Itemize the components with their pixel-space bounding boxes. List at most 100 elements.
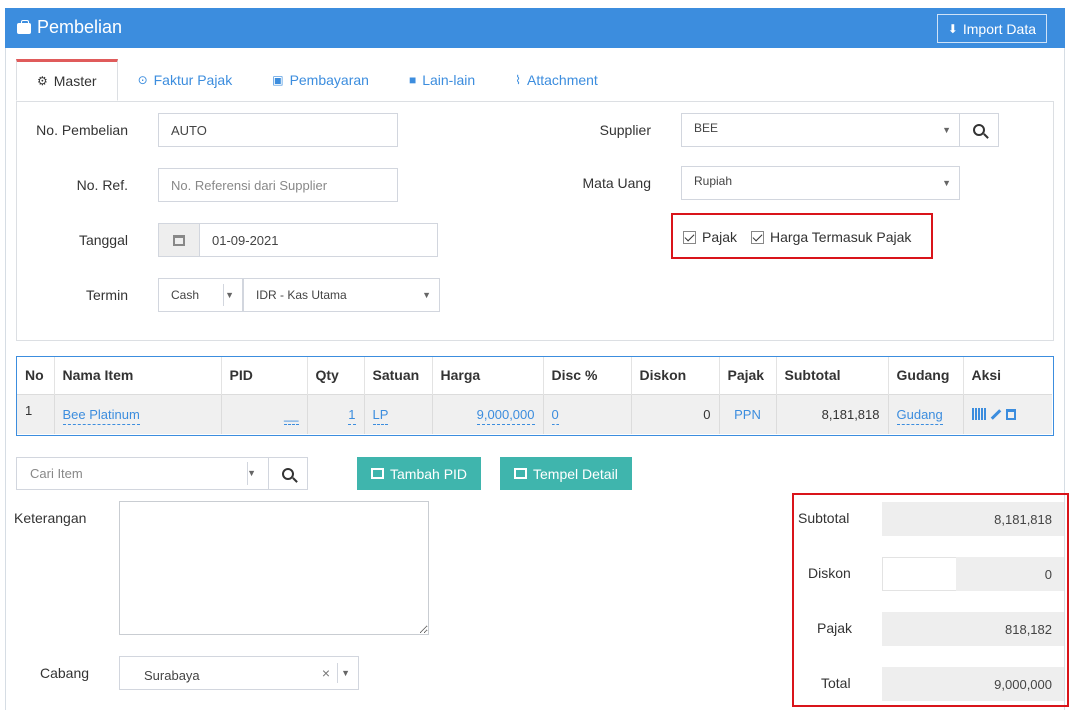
tab-attachment[interactable]: ⌇ Attachment: [495, 59, 618, 101]
column-header-subtotal: Subtotal: [776, 357, 889, 394]
pencil-icon[interactable]: [990, 408, 1001, 420]
chevron-down-icon: ▼: [341, 668, 350, 678]
item-table: No Nama Item PID Qty Satuan Harga Disc %…: [17, 357, 1052, 434]
pid-link[interactable]: __: [284, 406, 299, 425]
barcode-icon[interactable]: [971, 408, 986, 421]
chevron-down-icon: ▼: [942, 178, 951, 188]
supplier-label: Supplier: [599, 122, 651, 138]
truck-icon: ■: [408, 73, 417, 87]
table-header-row: No Nama Item PID Qty Satuan Harga Disc %…: [17, 357, 1052, 394]
column-header-pajak: Pajak: [719, 357, 777, 394]
qty-link[interactable]: 1: [348, 406, 356, 425]
tab-pembayaran[interactable]: ▣ Pembayaran: [252, 59, 389, 101]
tab-faktur-pajak[interactable]: ⊙ Faktur Pajak: [118, 59, 253, 101]
tanggal-label: Tanggal: [78, 232, 128, 248]
diskon-value: 0: [956, 557, 1064, 591]
tab-label: Attachment: [527, 72, 598, 88]
mata-uang-select[interactable]: Rupiah ▼: [681, 166, 960, 200]
tambah-pid-button[interactable]: Tambah PID: [357, 457, 482, 490]
checkbox-checked-icon: [683, 230, 696, 244]
tab-master[interactable]: ⚙ Master: [16, 59, 118, 101]
no-ref-label: No. Ref.: [76, 177, 128, 193]
no-ref-field[interactable]: No. Referensi dari Supplier: [158, 168, 398, 202]
supplier-select[interactable]: BEE ▼: [681, 113, 960, 147]
pajak-value: 818,182: [882, 612, 1064, 646]
pajak-checkbox[interactable]: Pajak: [683, 229, 737, 245]
tab-label: Master: [53, 73, 97, 89]
search-icon: [282, 467, 294, 480]
checkbox-checked-icon: [751, 230, 765, 244]
column-header-pid: PID: [221, 357, 308, 394]
panel-header: Pembelian ⬇ Import Data: [5, 8, 1065, 48]
column-header-aksi: Aksi: [971, 367, 1002, 384]
total-value: 9,000,000: [882, 667, 1064, 701]
no-pembelian-label: No. Pembelian: [36, 122, 128, 138]
tanggal-value: 01-09-2021: [212, 232, 279, 248]
import-data-button[interactable]: ⬇ Import Data: [936, 14, 1047, 43]
harga-termasuk-pajak-checkbox[interactable]: Harga Termasuk Pajak: [751, 229, 911, 245]
cell-aksi: [963, 393, 1052, 434]
money-icon: ▣: [272, 73, 284, 87]
calendar-button[interactable]: [158, 223, 200, 257]
chevron-down-icon: ▼: [247, 468, 256, 478]
cell-harga: 9,000,000: [432, 393, 544, 434]
tab-label: Lain-lain: [422, 72, 476, 88]
page-title-text: Pembelian: [37, 17, 123, 37]
clear-icon[interactable]: ×: [322, 665, 330, 681]
tempel-detail-label: Tempel Detail: [533, 465, 618, 482]
cari-item-select[interactable]: Cari Item ▼: [16, 457, 269, 490]
cabang-select[interactable]: Surabaya × ▼: [119, 656, 359, 690]
no-ref-placeholder: No. Referensi dari Supplier: [171, 177, 328, 193]
divider: [223, 284, 224, 306]
cell-qty: 1: [307, 393, 365, 434]
keterangan-label: Keterangan: [14, 510, 87, 526]
subtotal-label: Subtotal: [798, 510, 850, 526]
mata-uang-value: Rupiah: [694, 174, 733, 188]
cell-pajak[interactable]: PPN: [719, 393, 777, 434]
pajak-label: Pajak: [817, 620, 853, 636]
termin-select[interactable]: Cash ▼: [158, 278, 243, 312]
nama-item-link[interactable]: Bee Platinum: [62, 406, 140, 425]
kas-select[interactable]: IDR - Kas Utama ▼: [243, 278, 440, 312]
barcode-icon: [371, 468, 384, 479]
row-actions: [971, 408, 1045, 421]
tempel-detail-button[interactable]: Tempel Detail: [500, 457, 632, 490]
harga-link[interactable]: 9,000,000: [476, 406, 535, 425]
cabang-value: Surabaya: [144, 667, 200, 683]
diskon-label: Diskon: [808, 565, 851, 581]
gudang-link[interactable]: Gudang: [896, 406, 943, 425]
no-pembelian-value: AUTO: [171, 122, 207, 138]
tab-label: Pembayaran: [289, 72, 369, 88]
column-header-gudang: Gudang: [888, 357, 964, 394]
download-icon: ⬇: [947, 21, 958, 36]
page-title: Pembelian: [17, 17, 122, 38]
cari-item-search-button[interactable]: [268, 457, 308, 490]
disc-pct-link[interactable]: 0: [551, 406, 559, 425]
tanggal-field[interactable]: 01-09-2021: [199, 223, 438, 257]
kas-value: IDR - Kas Utama: [256, 288, 347, 302]
cell-no: 1: [17, 393, 55, 434]
cell-pid: __: [221, 393, 308, 434]
keterangan-textarea[interactable]: [119, 501, 429, 635]
cell-nama-item: Bee Platinum: [54, 393, 222, 434]
column-header-diskon: Diskon: [631, 357, 720, 394]
cogs-icon: ⚙: [37, 74, 48, 88]
cell-gudang: Gudang: [888, 393, 964, 434]
cell-satuan: LP: [364, 393, 433, 434]
trash-icon[interactable]: [1005, 408, 1016, 420]
no-pembelian-field[interactable]: AUTO: [158, 113, 398, 147]
supplier-search-button[interactable]: [959, 113, 999, 147]
harga-termasuk-pajak-label: Harga Termasuk Pajak: [770, 229, 912, 245]
cari-item-placeholder: Cari Item: [30, 466, 83, 481]
total-label: Total: [821, 675, 851, 691]
tab-label: Faktur Pajak: [153, 72, 233, 88]
satuan-link[interactable]: LP: [372, 406, 389, 425]
calendar-icon: [173, 234, 185, 246]
paste-icon: [514, 468, 527, 479]
paperclip-icon: ⌇: [515, 73, 521, 87]
cabang-label: Cabang: [40, 665, 90, 681]
column-header-satuan: Satuan: [364, 357, 433, 394]
chevron-down-icon: ▼: [225, 290, 234, 300]
diskon-percent-field[interactable]: [882, 557, 957, 591]
tab-lain-lain[interactable]: ■ Lain-lain: [389, 59, 495, 101]
